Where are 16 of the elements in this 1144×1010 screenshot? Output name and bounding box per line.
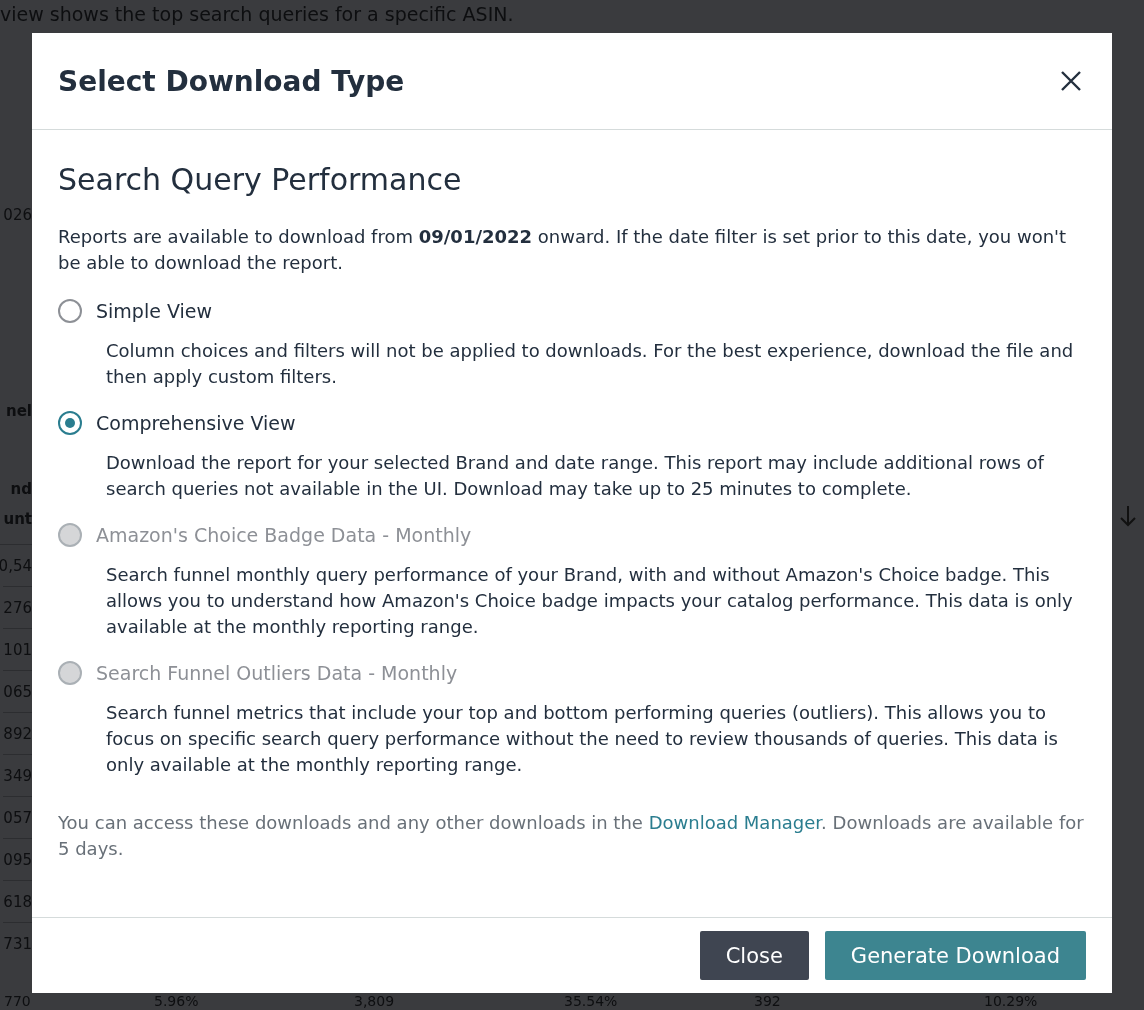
- section-title: Search Query Performance: [58, 161, 463, 199]
- availability-notice: Reports are available to download from 09/01/2022 onward. If the date filter is set prior to this date, you won't be able to download the report.: [58, 225, 1068, 275]
- download-manager-link[interactable]: Download Manager: [648, 812, 822, 833]
- sort-arrow-icon[interactable]: [1119, 505, 1137, 527]
- radio-button[interactable]: [58, 299, 82, 323]
- close-button[interactable]: Close: [699, 931, 809, 980]
- dialog-title: Select Download Type: [58, 64, 405, 98]
- option-label[interactable]: Simple View: [96, 300, 212, 322]
- option-description: Search funnel metrics that include your top and bottom performing queries (outliers). This allows you to focus on specific search query performance without the need to review thousands of queries. This data is only available at the monthly reporting range.: [106, 701, 1059, 777]
- option-label[interactable]: Comprehensive View: [96, 412, 296, 434]
- option-description: Column choices and filters will not be applied to downloads. For the best experience, download the file and then apply custom filters.: [106, 339, 1075, 389]
- downloads-note: You can access these downloads and any other downloads in the Download Manager. Downloads are available for 5 days.: [58, 811, 1085, 861]
- option-description: Search funnel monthly query performance of your Brand, with and without Amazon's Choice badge. This allows you to understand how Amazon's Choice badge impacts your catalog performance. This data is only available at the monthly reporting range.: [106, 563, 1074, 639]
- radio-button[interactable]: [58, 411, 82, 435]
- generate-download-button[interactable]: Generate Download: [824, 931, 1086, 980]
- option-description: Download the report for your selected Brand and date range. This report may include additional rows of search queries not available in the UI. Download may take up to 25 minutes to complete.: [106, 451, 1046, 501]
